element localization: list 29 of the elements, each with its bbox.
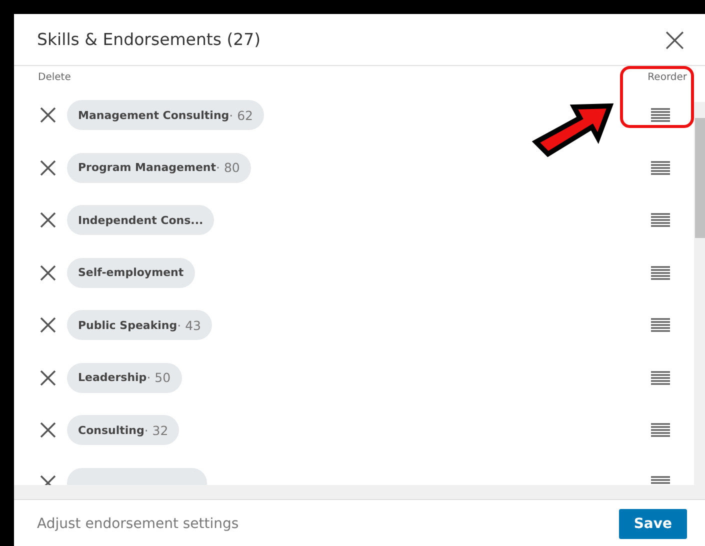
skill-pill: Consulting· 32 [67,415,180,446]
drag-handle-icon[interactable] [651,108,670,122]
drag-handle-icon[interactable] [651,213,670,228]
reorder-column-label: Reorder [648,72,687,85]
horizontal-scrollbar[interactable] [14,485,705,500]
drag-handle-icon[interactable] [651,370,670,385]
drag-handle-icon[interactable] [651,318,670,332]
delete-icon[interactable] [40,422,56,438]
skill-pill: Independent Cons... [67,205,214,236]
delete-icon[interactable] [40,317,56,334]
skill-pill: Public Speaking· 43 [67,310,212,340]
drag-handle-icon[interactable] [651,423,670,438]
delete-column-label: Delete [38,72,71,85]
drag-handle-icon[interactable] [651,266,670,280]
settings-link[interactable]: Adjust endorsement settings [37,516,239,532]
dialog-title: Skills & Endorsements (27) [37,30,261,49]
delete-icon[interactable] [40,212,56,228]
vertical-scrollbar[interactable] [694,102,705,485]
skill-pill: Self-employment [67,258,195,288]
skill-pill: Program Management· 80 [67,152,251,183]
skill-pill: Management Consulting· 62 [67,100,264,130]
close-button[interactable]: × [660,22,689,56]
save-button[interactable]: Save [618,509,687,539]
delete-icon[interactable] [40,107,56,124]
delete-icon[interactable] [40,160,56,176]
skill-pill: Leadership· 50 [67,362,182,393]
delete-icon[interactable] [40,264,56,281]
delete-icon[interactable] [40,370,56,386]
drag-handle-icon[interactable] [651,160,670,175]
